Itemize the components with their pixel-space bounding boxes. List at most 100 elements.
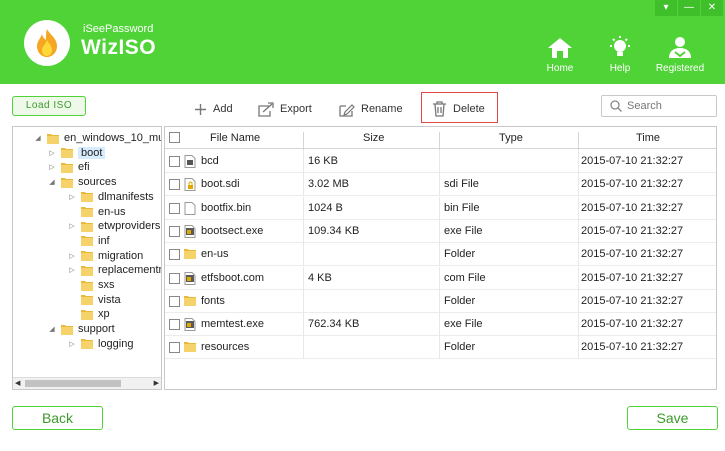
tree-horizontal-scrollbar[interactable]: ◀ ▶	[13, 377, 161, 389]
tree-item[interactable]: ▷ logging	[67, 337, 133, 351]
tree-expand-icon[interactable]: ▷	[67, 193, 77, 201]
tree-item[interactable]: ◢ sources	[47, 175, 116, 189]
cell-time: 2015-07-10 21:32:27	[581, 271, 684, 284]
brand-title: WizISO	[81, 36, 157, 59]
cell-type: Folder	[444, 248, 476, 261]
window-dropdown-button[interactable]: ▾	[655, 0, 677, 16]
table-row[interactable]: etfsboot.com 4 KB com File 2015-07-10 21:32…	[165, 266, 716, 290]
table-row[interactable]: fonts Folder 2015-07-10 21:32:27	[165, 289, 716, 313]
cell-divider	[303, 196, 304, 220]
tree-item[interactable]: sxs	[67, 278, 115, 292]
delete-label: Delete	[453, 103, 485, 115]
cell-divider	[578, 266, 579, 290]
tree-item[interactable]: ◢ en_windows_10_multipl	[33, 131, 161, 145]
tree-item[interactable]: xp	[67, 307, 110, 321]
cell-divider	[578, 173, 579, 197]
tree-item[interactable]: ▷ dlmanifests	[67, 190, 153, 204]
folder-icon	[47, 133, 59, 144]
tree-collapse-icon[interactable]: ◢	[47, 325, 57, 333]
column-header-file-name[interactable]: File Name	[210, 132, 260, 144]
row-checkbox[interactable]	[169, 272, 180, 284]
window-close-button[interactable]: ✕	[701, 0, 723, 16]
add-button[interactable]: Add	[194, 100, 233, 118]
cell-file-name: etfsboot.com	[201, 271, 264, 284]
column-header-type[interactable]: Type	[499, 132, 523, 144]
registered-button[interactable]: Registered	[650, 36, 710, 74]
home-button[interactable]: Home	[530, 36, 590, 74]
file-table[interactable]: File Name Size Type Time bcd 16 KB 2015-07…	[164, 126, 717, 390]
cell-file-name: boot.sdi	[201, 178, 240, 191]
table-row[interactable]: bootfix.bin 1024 B bin File 2015-07-10 21:3…	[165, 196, 716, 220]
folder-icon	[81, 191, 93, 203]
cell-file-name: bootsect.exe	[201, 224, 264, 237]
tree-item[interactable]: ▷ replacementma	[67, 263, 161, 277]
row-checkbox[interactable]	[169, 342, 180, 354]
folder-icon	[184, 295, 196, 308]
tree-item[interactable]: ◢ support	[47, 322, 114, 336]
cell-time: 2015-07-10 21:32:27	[581, 248, 684, 261]
tree-item[interactable]: ▷ migration	[67, 249, 143, 263]
rename-button[interactable]: Rename	[338, 100, 403, 118]
tree-expand-icon[interactable]: ▷	[47, 149, 57, 157]
table-row[interactable]: bcd 16 KB 2015-07-10 21:32:27	[165, 150, 716, 173]
cell-divider	[439, 150, 440, 173]
table-row[interactable]: bootsect.exe 109.34 KB exe File 2015-07-10 …	[165, 219, 716, 243]
row-checkbox[interactable]	[169, 225, 180, 237]
column-header-size[interactable]: Size	[363, 132, 384, 144]
tree-expand-icon[interactable]: ▷	[67, 266, 77, 274]
load-iso-button[interactable]: Load ISO	[12, 96, 86, 116]
search-box[interactable]	[601, 95, 717, 117]
tree-expand-icon[interactable]: ▷	[67, 222, 77, 230]
cell-size: 1024 B	[308, 201, 343, 214]
row-checkbox[interactable]	[169, 295, 180, 307]
tree-item[interactable]: en-us	[67, 205, 126, 219]
tree-expand-icon[interactable]: ▷	[67, 340, 77, 348]
tree-item[interactable]: ▷ etwproviders	[67, 219, 160, 233]
row-checkbox[interactable]	[169, 179, 180, 191]
cell-divider	[303, 266, 304, 290]
help-button[interactable]: Help	[590, 36, 650, 74]
tree-item[interactable]: vista	[67, 293, 121, 307]
table-row[interactable]: en-us Folder 2015-07-10 21:32:27	[165, 243, 716, 267]
tree-item[interactable]: inf	[67, 234, 110, 248]
scrollbar-thumb[interactable]	[25, 380, 121, 387]
table-row[interactable]: resources Folder 2015-07-10 21:32:27	[165, 336, 716, 360]
table-row[interactable]: memtest.exe 762.34 KB exe File 2015-07-10 2…	[165, 313, 716, 337]
dropdown-icon: ▾	[663, 2, 669, 13]
row-checkbox[interactable]	[169, 249, 180, 261]
exe-file-icon	[184, 271, 196, 285]
tree-collapse-icon[interactable]: ◢	[47, 178, 57, 186]
table-row[interactable]: boot.sdi 3.02 MB sdi File 2015-07-10 21:32:…	[165, 173, 716, 197]
row-checkbox[interactable]	[169, 156, 180, 167]
tree-collapse-icon[interactable]: ◢	[33, 134, 43, 142]
tree-expand-icon[interactable]: ▷	[67, 252, 77, 260]
tree-expand-icon[interactable]: ▷	[47, 163, 57, 171]
scroll-left-icon[interactable]: ◀	[15, 379, 20, 387]
column-header-time[interactable]: Time	[636, 132, 660, 144]
folder-tree[interactable]: ◢en_windows_10_multipl▷boot▷efi◢sources▷…	[12, 126, 162, 390]
tree-item-label: xp	[98, 308, 110, 321]
tree-item[interactable]: ▷ boot	[47, 146, 106, 160]
cell-type: sdi File	[444, 178, 479, 191]
tree-item[interactable]: ▷ efi	[47, 160, 89, 174]
delete-button[interactable]: Delete	[432, 100, 485, 118]
back-button[interactable]: Back	[12, 406, 103, 430]
cell-size: 762.34 KB	[308, 318, 360, 331]
window-minimize-button[interactable]: —	[678, 0, 700, 16]
row-checkbox[interactable]	[169, 319, 180, 331]
cell-divider	[578, 196, 579, 220]
select-all-checkbox[interactable]	[169, 132, 180, 143]
cell-divider	[439, 173, 440, 197]
rename-label: Rename	[361, 103, 403, 115]
folder-icon	[81, 235, 93, 247]
search-input[interactable]	[627, 100, 707, 112]
tree-item-label: boot	[78, 146, 106, 159]
scroll-right-icon[interactable]: ▶	[154, 379, 159, 387]
cell-time: 2015-07-10 21:32:27	[581, 155, 684, 167]
cell-type: Folder	[444, 294, 476, 307]
cell-divider	[439, 313, 440, 337]
cell-divider	[303, 219, 304, 243]
export-button[interactable]: Export	[257, 100, 312, 118]
row-checkbox[interactable]	[169, 202, 180, 214]
save-button[interactable]: Save	[627, 406, 718, 430]
